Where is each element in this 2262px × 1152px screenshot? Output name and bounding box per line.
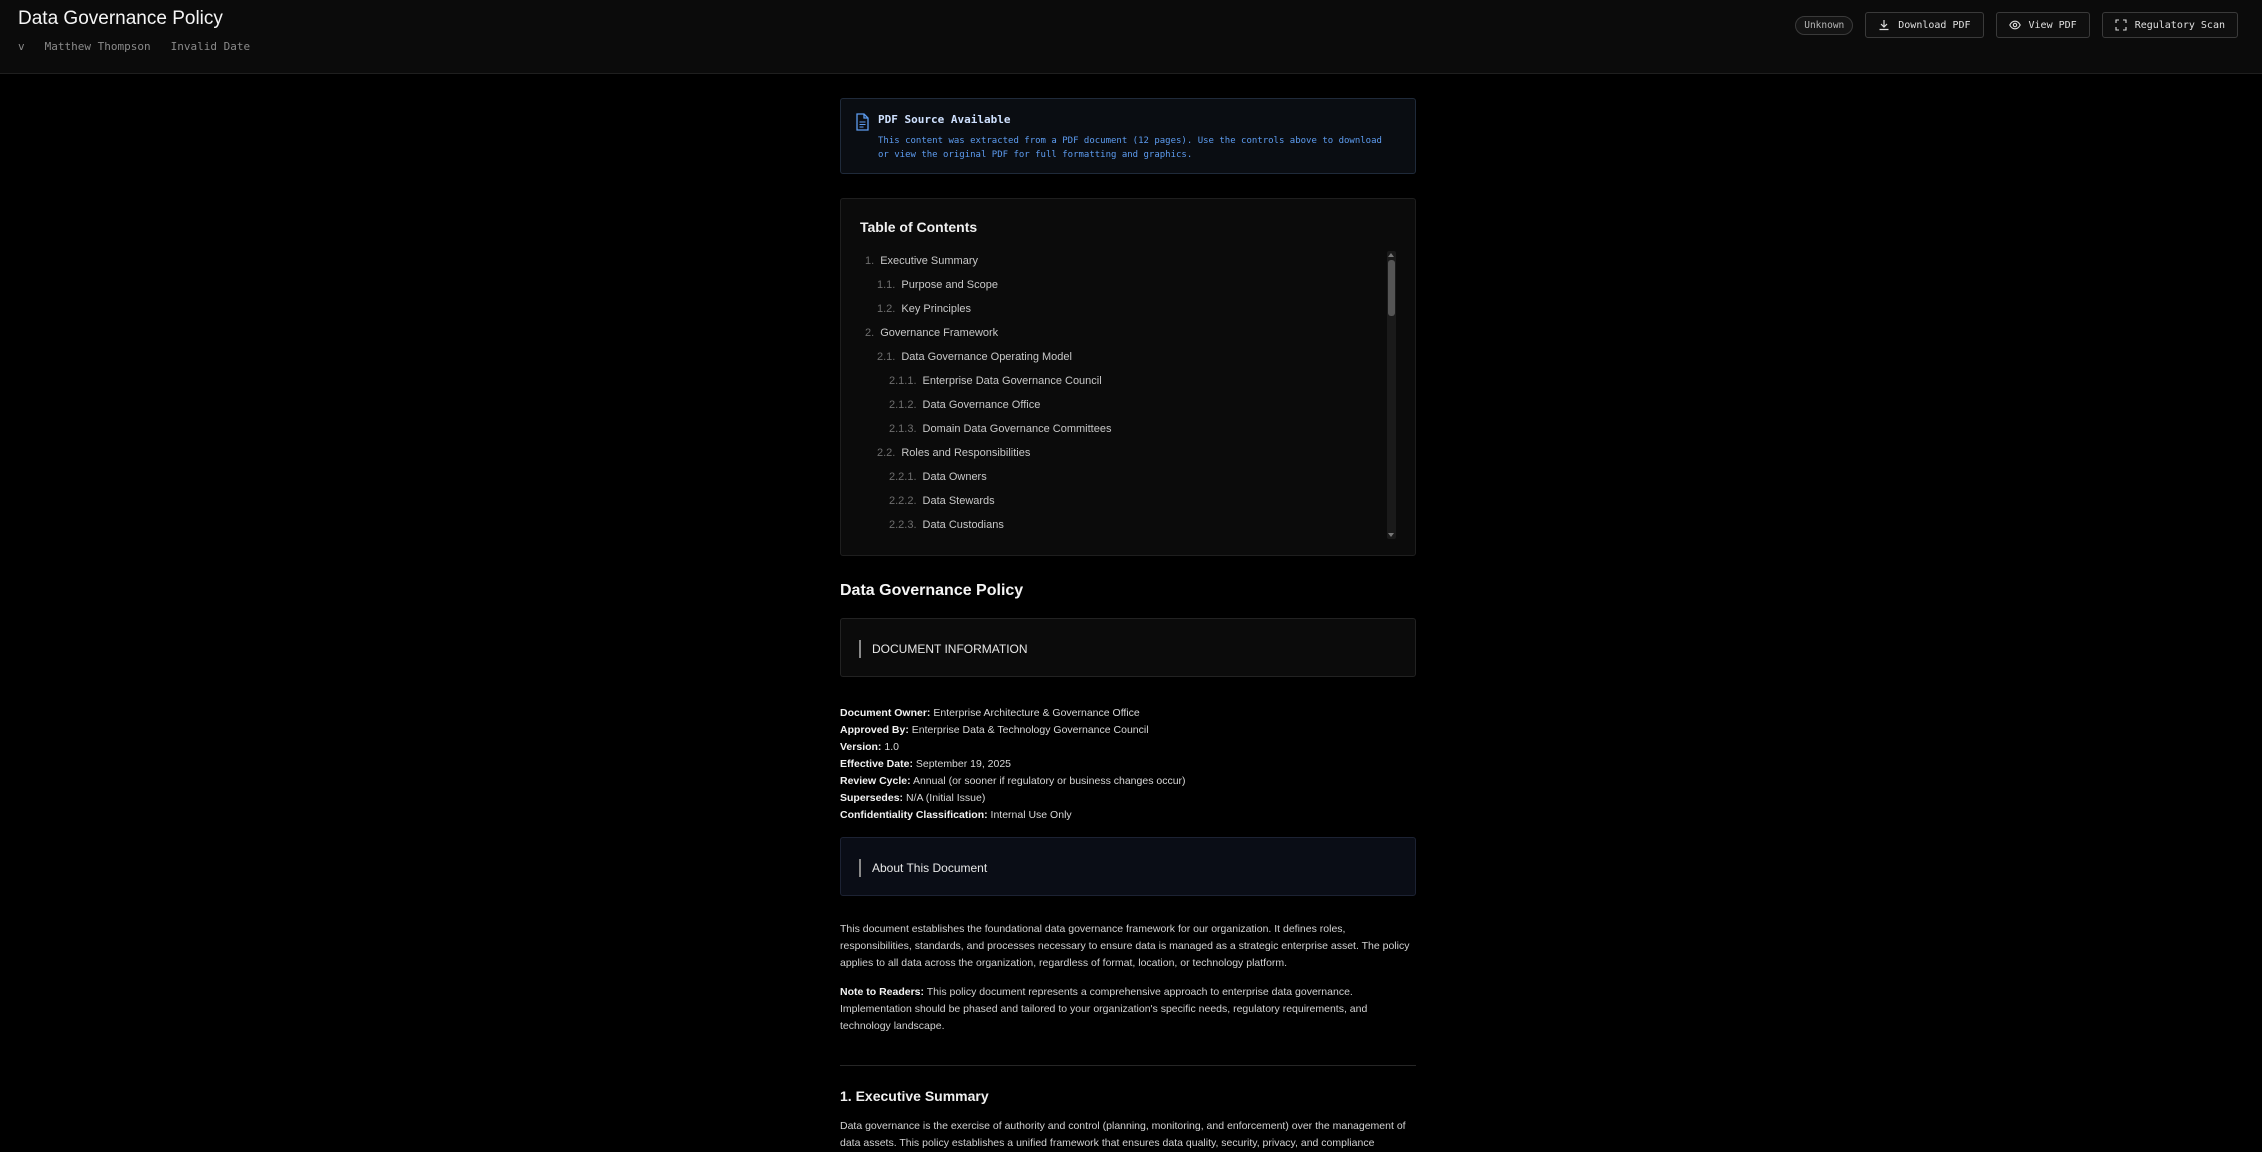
table-of-contents: Table of Contents 1. Executive Summary 1.… — [840, 198, 1416, 556]
notice-title: PDF Source Available — [878, 113, 1011, 126]
regulatory-scan-label: Regulatory Scan — [2134, 19, 2225, 31]
document-heading: Data Governance Policy — [840, 582, 1024, 599]
document-meta: v Matthew Thompson Invalid Date — [18, 40, 250, 53]
toc-item[interactable]: 2.2.2. Data Stewards — [861, 489, 1381, 513]
toc-item[interactable]: 2.1.2. Data Governance Office — [861, 393, 1381, 417]
document-information-callout: DOCUMENT INFORMATION — [840, 618, 1416, 677]
toc-scrollbar[interactable] — [1387, 251, 1396, 539]
toc-item[interactable]: 2.1.1. Enterprise Data Governance Council — [861, 369, 1381, 393]
status-badge: Unknown — [1795, 15, 1854, 35]
info-row: Version: 1.0 — [840, 741, 899, 753]
date-label: Invalid Date — [170, 40, 251, 53]
view-pdf-button[interactable]: View PDF — [1995, 12, 2090, 38]
download-pdf-button[interactable]: Download PDF — [1865, 12, 1984, 38]
about-paragraph: This document establishes the foundation… — [840, 923, 1410, 969]
toc-item[interactable]: 2. Governance Framework — [861, 321, 1381, 345]
section-heading: 1. Executive Summary — [840, 1088, 989, 1104]
document-icon — [856, 113, 869, 131]
toc-item[interactable]: 1.2. Key Principles — [861, 297, 1381, 321]
document-main: PDF Source Available This content was ex… — [840, 98, 1416, 1152]
callout-label: About This Document — [872, 861, 988, 875]
regulatory-scan-button[interactable]: Regulatory Scan — [2101, 12, 2238, 38]
toc-item[interactable]: 2.1. Data Governance Operating Model — [861, 345, 1381, 369]
view-pdf-label: View PDF — [2028, 19, 2077, 31]
callout-accent — [859, 859, 861, 877]
pdf-source-notice: PDF Source Available This content was ex… — [840, 98, 1416, 174]
scan-icon — [2115, 19, 2127, 31]
info-row: Review Cycle: Annual (or sooner if regul… — [840, 775, 1186, 787]
document-info-list: Document Owner: Enterprise Architecture … — [840, 705, 1416, 824]
scroll-up-icon[interactable] — [1388, 253, 1394, 257]
toc-item[interactable]: 2.2.1. Data Owners — [861, 465, 1381, 489]
toc-item[interactable]: 2.2. Roles and Responsibilities — [861, 441, 1381, 465]
info-row: Effective Date: September 19, 2025 — [840, 758, 1012, 770]
scrollbar-thumb[interactable] — [1388, 260, 1395, 316]
toc-list: 1. Executive Summary 1.1. Purpose and Scop… — [861, 249, 1381, 537]
top-bar: Data Governance Policy v Matthew Thompso… — [0, 0, 2262, 74]
about-document-callout: About This Document — [840, 837, 1416, 896]
toc-item[interactable]: 2.2.3. Data Custodians — [861, 513, 1381, 537]
toc-item[interactable]: 1. Executive Summary — [861, 249, 1381, 273]
section-divider — [840, 1065, 1416, 1066]
toc-item[interactable]: 1.1. Purpose and Scope — [861, 273, 1381, 297]
note-paragraph: Note to Readers: This policy document re… — [840, 986, 1368, 1032]
info-row: Supersedes: N/A (Initial Issue) — [840, 792, 986, 804]
section-paragraph: Data governance is the exercise of autho… — [840, 1120, 1406, 1149]
callout-label: DOCUMENT INFORMATION — [872, 642, 1028, 656]
scroll-down-icon[interactable] — [1388, 533, 1394, 537]
page-title: Data Governance Policy — [18, 8, 223, 29]
notice-text: This content was extracted from a PDF do… — [878, 136, 1382, 160]
info-row: Document Owner: Enterprise Architecture … — [840, 707, 1140, 719]
callout-accent — [859, 640, 861, 658]
download-icon — [1879, 20, 1889, 31]
author-label: Matthew Thompson — [44, 40, 151, 53]
info-row: Confidentiality Classification: Internal… — [840, 809, 1072, 821]
info-row: Approved By: Enterprise Data & Technolog… — [840, 724, 1149, 736]
header-actions: Unknown Download PDF View PDF Regulatory… — [1795, 12, 2238, 38]
eye-icon — [2008, 20, 2021, 30]
version-label: v — [18, 40, 25, 53]
download-pdf-label: Download PDF — [1898, 19, 1971, 31]
toc-title: Table of Contents — [860, 219, 978, 235]
toc-item[interactable]: 2.1.3. Domain Data Governance Committees — [861, 417, 1381, 441]
